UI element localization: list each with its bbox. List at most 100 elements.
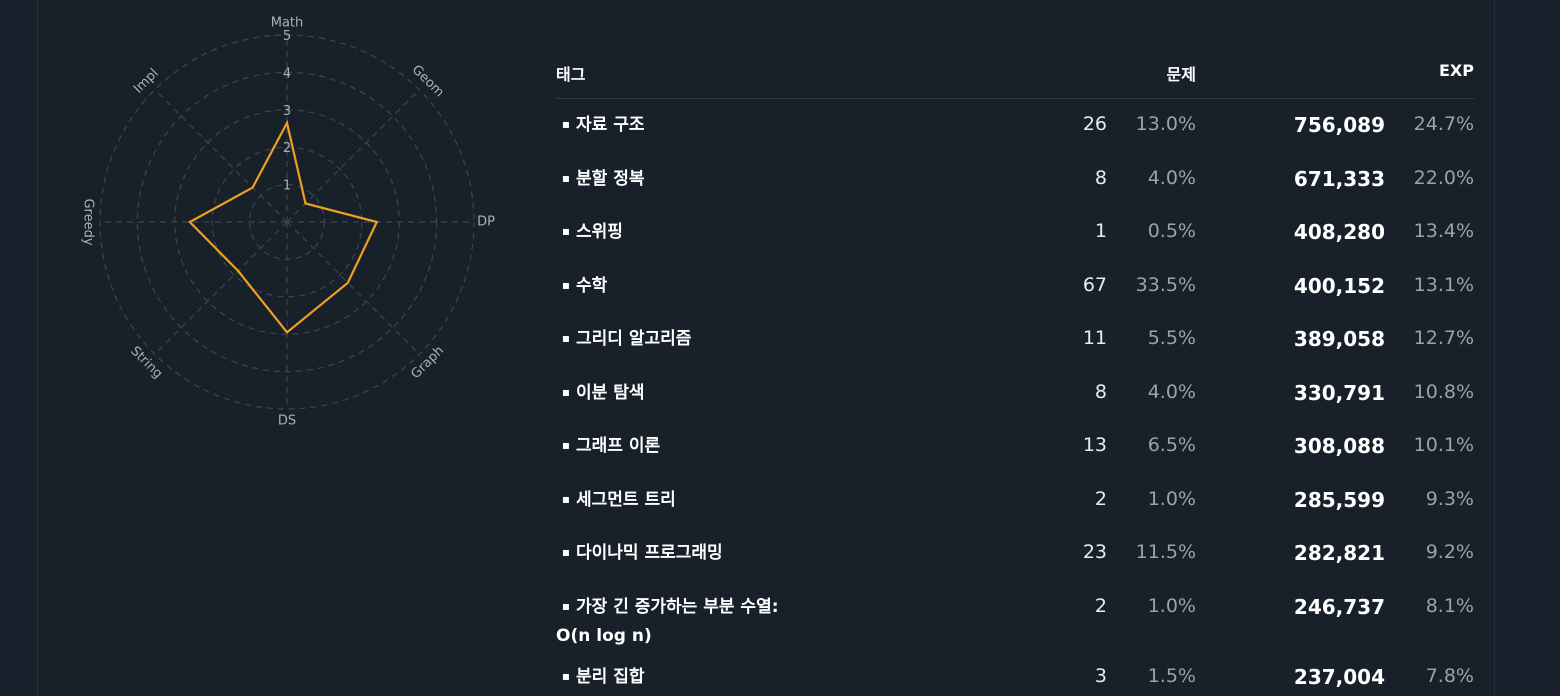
exp-percent: 12.7% <box>1413 327 1474 349</box>
tag-link[interactable]: 그리디 알고리즘 <box>556 325 816 354</box>
bullet-icon <box>556 663 576 692</box>
table-row: 가장 긴 증가하는 부분 수열: O(n log n) 2 1.0% 246,7… <box>556 581 1474 651</box>
exp-percent: 8.1% <box>1425 594 1474 617</box>
exp-percent: 7.8% <box>1425 664 1474 687</box>
tag-link[interactable]: 분리 집합 <box>556 663 816 692</box>
tag-link[interactable]: 이분 탐색 <box>556 379 816 408</box>
radar-axis-label: DP <box>477 215 495 230</box>
tag-link[interactable]: 스위핑 <box>556 218 816 247</box>
problem-percent: 1.0% <box>1147 487 1196 510</box>
tag-name: 스위핑 <box>576 222 623 242</box>
exp-value: 400,152 <box>1293 273 1385 298</box>
table-row: 그래프 이론 13 6.5% 308,088 10.1% <box>556 420 1474 474</box>
tag-name: 자료 구조 <box>576 115 645 135</box>
problem-percent: 4.0% <box>1147 166 1196 189</box>
tag-name: 수학 <box>576 275 608 296</box>
radar-spoke <box>286 221 420 355</box>
radar-tick-label: 1 <box>283 179 291 194</box>
tag-link[interactable]: 다이나믹 프로그래밍 <box>556 539 816 568</box>
table-row: 분할 정복 8 4.0% 671,333 22.0% <box>556 153 1474 207</box>
exp-value: 282,821 <box>1293 541 1385 565</box>
exp-percent: 9.3% <box>1425 487 1474 510</box>
problem-percent: 0.5% <box>1147 220 1196 242</box>
header-tag: 태그 <box>556 65 586 84</box>
radar-tick-label: 5 <box>283 29 291 44</box>
tag-radar-chart: 12345MathGeomDPGraphDSStringGreedyImpl <box>81 16 496 429</box>
bullet-icon <box>556 165 576 194</box>
exp-value: 756,089 <box>1293 113 1385 137</box>
table-row: 그리디 알고리즘 11 5.5% 389,058 12.7% <box>556 313 1474 367</box>
problem-count: 13 <box>1082 434 1107 456</box>
exp-value: 246,737 <box>1293 594 1385 619</box>
tag-link[interactable]: 수학 <box>556 272 816 301</box>
problem-count: 8 <box>1094 166 1107 189</box>
bullet-icon <box>556 218 576 247</box>
radar-spoke <box>286 89 420 223</box>
exp-value: 308,088 <box>1293 434 1385 458</box>
radar-tick-label: 3 <box>283 104 291 119</box>
tag-name: 세그먼트 트리 <box>576 489 676 510</box>
problem-count: 23 <box>1082 541 1107 563</box>
table-row: 세그먼트 트리 2 1.0% 285,599 9.3% <box>556 474 1474 528</box>
problem-percent: 4.0% <box>1147 380 1196 403</box>
table-row: 이분 탐색 8 4.0% 330,791 10.8% <box>556 367 1474 421</box>
bullet-icon <box>556 272 576 301</box>
problem-percent: 6.5% <box>1147 434 1196 456</box>
exp-percent: 13.1% <box>1413 273 1474 296</box>
tag-name: 이분 탐색 <box>576 382 645 403</box>
bullet-icon <box>556 539 576 568</box>
problem-count: 2 <box>1094 487 1107 510</box>
tag-link[interactable]: 자료 구조 <box>556 111 816 140</box>
tag-link[interactable]: 가장 긴 증가하는 부분 수열: O(n log n) <box>556 593 816 650</box>
exp-value: 671,333 <box>1293 166 1385 191</box>
table-row: 분리 집합 3 1.5% 237,004 7.8% <box>556 651 1474 696</box>
radar-axis-label: Math <box>271 16 304 31</box>
tag-link[interactable]: 분할 정복 <box>556 165 816 194</box>
header-problems[interactable]: 문제 <box>1167 61 1196 85</box>
bullet-icon <box>556 593 576 622</box>
problem-count: 1 <box>1094 220 1107 242</box>
exp-value: 237,004 <box>1293 664 1385 689</box>
bullet-icon <box>556 325 576 354</box>
problem-count: 67 <box>1082 273 1107 296</box>
table-row: 다이나믹 프로그래밍 23 11.5% 282,821 9.2% <box>556 527 1474 581</box>
radar-axis-label: DS <box>278 414 296 429</box>
page: 1 2 3 4 5 Math Geom DP Graph DS String Greedy Impl 태… <box>0 0 1560 696</box>
exp-value: 408,280 <box>1293 220 1385 244</box>
radar-tick-label: 2 <box>283 141 291 156</box>
tag-name: 분리 집합 <box>576 666 645 687</box>
radar-spoke <box>154 89 288 223</box>
exp-percent: 24.7% <box>1413 113 1474 135</box>
tag-name: 분할 정복 <box>576 168 645 189</box>
problem-count: 26 <box>1082 113 1107 135</box>
problem-percent: 1.5% <box>1147 664 1196 687</box>
tag-name: 그래프 이론 <box>576 436 661 456</box>
exp-percent: 10.1% <box>1413 434 1474 456</box>
problem-percent: 13.0% <box>1135 113 1196 135</box>
bullet-icon <box>556 486 576 515</box>
tag-name: 다이나믹 프로그래밍 <box>576 543 723 563</box>
problem-count: 2 <box>1094 594 1107 617</box>
problem-percent: 1.0% <box>1147 594 1196 617</box>
table-row: 스위핑 1 0.5% 408,280 13.4% <box>556 206 1474 260</box>
problem-percent: 11.5% <box>1135 541 1196 563</box>
table-row: 자료 구조 26 13.0% 756,089 24.7% <box>556 99 1474 153</box>
exp-value: 389,058 <box>1293 327 1385 351</box>
exp-value: 330,791 <box>1293 380 1385 405</box>
radar-axis-label: Greedy <box>81 198 96 245</box>
problem-count: 8 <box>1094 380 1107 403</box>
bullet-icon <box>556 379 576 408</box>
table-header: 태그 문제 EXP <box>556 55 1474 99</box>
header-exp[interactable]: EXP <box>1439 61 1474 80</box>
exp-percent: 22.0% <box>1413 166 1474 189</box>
bullet-icon <box>556 111 576 140</box>
tag-link[interactable]: 세그먼트 트리 <box>556 486 816 515</box>
tag-name: 가장 긴 증가하는 부분 수열: O(n log n) <box>556 596 779 646</box>
problem-count: 11 <box>1082 327 1107 349</box>
tag-link[interactable]: 그래프 이론 <box>556 432 816 461</box>
exp-value: 285,599 <box>1293 487 1385 512</box>
radar-axis-label: Impl <box>131 66 162 97</box>
radar-tick-label: 4 <box>283 66 291 81</box>
table-row: 수학 67 33.5% 400,152 13.1% <box>556 260 1474 314</box>
problem-percent: 33.5% <box>1135 273 1196 296</box>
